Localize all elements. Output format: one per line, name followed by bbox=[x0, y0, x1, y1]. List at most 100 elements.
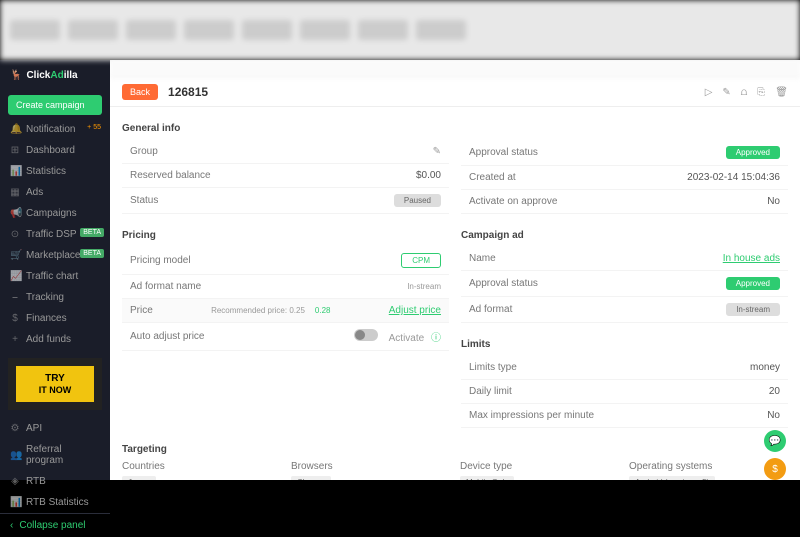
approval-label: Approval status bbox=[469, 147, 538, 158]
target-tag: Chrome bbox=[291, 476, 331, 480]
group-label: Group bbox=[130, 146, 158, 157]
status-label: Status bbox=[130, 195, 158, 206]
sidebar-item-add-funds[interactable]: + Add funds bbox=[0, 329, 110, 350]
sidebar-item-ads[interactable]: ▦ Ads bbox=[0, 182, 110, 203]
sidebar-item-traffic-dsp[interactable]: ⊙ Traffic DSPBETA bbox=[0, 224, 110, 245]
nav-icon: + bbox=[10, 334, 20, 345]
edit-icon[interactable]: ✎ bbox=[722, 87, 730, 98]
max-impr-label: Max impressions per minute bbox=[469, 410, 594, 421]
approval-badge: Approved bbox=[726, 146, 780, 159]
sidebar-item-traffic-chart[interactable]: 📈 Traffic chart bbox=[0, 266, 110, 287]
targeting-title: Targeting bbox=[122, 438, 788, 461]
copy-icon[interactable]: ⎘ bbox=[757, 87, 765, 98]
ca-format-label: Ad format bbox=[469, 304, 512, 315]
nav-label: Campaigns bbox=[26, 208, 77, 219]
chart-icon[interactable]: ⩍ bbox=[741, 87, 748, 98]
page-header: Back 126815 ▷ ✎ ⩍ ⎘ 🗑 bbox=[110, 78, 800, 107]
nav-label: Marketplace bbox=[26, 250, 80, 261]
sidebar: 🦌 ClickAdilla Create campaign 🔔Notificat… bbox=[0, 60, 110, 480]
nav-label: RTB bbox=[26, 476, 46, 487]
nav-icon: $ bbox=[10, 313, 20, 324]
target-card: Browsers Chrome bbox=[291, 461, 450, 480]
sidebar-item-notification[interactable]: 🔔 Notification + 55 bbox=[0, 119, 110, 140]
nav-label: Traffic chart bbox=[26, 271, 78, 282]
sidebar-item-rtb[interactable]: ◈ RTB bbox=[0, 471, 110, 492]
nav-label: Ads bbox=[26, 187, 43, 198]
info-icon[interactable]: ⓘ bbox=[431, 333, 441, 344]
ca-format-value: In-stream bbox=[726, 303, 780, 316]
target-tag: Japan bbox=[122, 476, 156, 480]
status-badge: Paused bbox=[394, 194, 441, 207]
sidebar-item-referral-program[interactable]: 👥Referral program bbox=[0, 439, 110, 471]
sidebar-item-marketplace[interactable]: 🛒 MarketplaceBETA bbox=[0, 245, 110, 266]
nav-label: Statistics bbox=[26, 166, 66, 177]
try-now-promo[interactable]: TRYIT NOW bbox=[8, 358, 102, 410]
nav-label: Add funds bbox=[26, 334, 71, 345]
adjust-price-link[interactable]: Adjust price bbox=[389, 305, 441, 316]
nav-icon: 📈 bbox=[10, 271, 20, 282]
edit-group-icon[interactable]: ✎ bbox=[433, 146, 441, 157]
back-button[interactable]: Back bbox=[122, 84, 158, 100]
sidebar-item-rtb-statistics[interactable]: 📊RTB Statistics bbox=[0, 492, 110, 513]
nav-label: Tracking bbox=[26, 292, 64, 303]
limits-title: Limits bbox=[461, 333, 788, 356]
max-impr-value: No bbox=[767, 410, 780, 421]
target-card-title: Device type bbox=[460, 461, 619, 472]
nav-icon: ▦ bbox=[10, 187, 20, 198]
nav-icon: 👥 bbox=[10, 450, 20, 461]
sidebar-item-tracking[interactable]: ⎯ Tracking bbox=[0, 287, 110, 308]
daily-limit-value: 20 bbox=[769, 386, 780, 397]
chevron-left-icon: ‹ bbox=[10, 520, 13, 531]
nav-label: Traffic DSP bbox=[26, 229, 77, 240]
campaign-id: 126815 bbox=[168, 85, 208, 99]
reserved-value: $0.00 bbox=[416, 170, 441, 181]
limits-type-label: Limits type bbox=[469, 362, 517, 373]
ad-format-label: Ad format name bbox=[130, 281, 201, 292]
target-card-title: Countries bbox=[122, 461, 281, 472]
help-fab[interactable]: $ bbox=[764, 458, 786, 480]
auto-adjust-toggle[interactable] bbox=[354, 329, 378, 341]
reserved-label: Reserved balance bbox=[130, 170, 211, 181]
nav-label: Dashboard bbox=[26, 145, 75, 156]
ca-name-link[interactable]: In house ads bbox=[723, 253, 780, 264]
price-value: 0.28 bbox=[315, 306, 331, 315]
delete-icon[interactable]: 🗑 bbox=[775, 87, 788, 98]
nav-icon: 🔔 bbox=[10, 124, 20, 135]
sidebar-item-statistics[interactable]: 📊Statistics bbox=[0, 161, 110, 182]
play-icon[interactable]: ▷ bbox=[705, 87, 713, 98]
chat-fab[interactable]: 💬 bbox=[764, 430, 786, 452]
price-recommended: Recommended price: 0.25 bbox=[211, 306, 305, 315]
sidebar-item-api[interactable]: ⚙ API bbox=[0, 418, 110, 439]
collapse-panel-button[interactable]: ‹ Collapse panel bbox=[0, 513, 110, 537]
nav-badge: BETA bbox=[80, 249, 104, 258]
nav-icon: ⚙ bbox=[10, 423, 20, 434]
limits-type-value: money bbox=[750, 362, 780, 373]
nav-icon: ◈ bbox=[10, 476, 20, 487]
nav-icon: ⊞ bbox=[10, 145, 20, 156]
nav-icon: ⊙ bbox=[10, 229, 20, 240]
main-content: Back 126815 ▷ ✎ ⩍ ⎘ 🗑 General info Group… bbox=[110, 60, 800, 480]
sidebar-item-finances[interactable]: $Finances bbox=[0, 308, 110, 329]
create-campaign-button[interactable]: Create campaign bbox=[8, 95, 102, 115]
activate-text: Activate bbox=[389, 333, 425, 344]
nav-label: Notification bbox=[26, 124, 75, 135]
target-tag: Android (version ≥ 5) bbox=[629, 476, 715, 480]
sidebar-item-campaigns[interactable]: 📢Campaigns bbox=[0, 203, 110, 224]
logo-icon: 🦌 bbox=[10, 70, 22, 81]
sidebar-item-dashboard[interactable]: ⊞ Dashboard bbox=[0, 140, 110, 161]
browser-chrome bbox=[0, 0, 800, 60]
nav-badge: BETA bbox=[80, 228, 104, 237]
pricing-title: Pricing bbox=[122, 224, 449, 247]
price-label: Price bbox=[130, 305, 153, 316]
nav-icon: ⎯ bbox=[10, 292, 20, 303]
nav-label: API bbox=[26, 423, 42, 434]
daily-limit-label: Daily limit bbox=[469, 386, 512, 397]
nav-icon: 🛒 bbox=[10, 250, 20, 261]
pricing-model-label: Pricing model bbox=[130, 255, 191, 266]
target-card-title: Browsers bbox=[291, 461, 450, 472]
nav-badge: + 55 bbox=[84, 123, 104, 132]
target-tag: Mobile Only bbox=[460, 476, 514, 480]
nav-icon: 📊 bbox=[10, 497, 20, 508]
target-card: Device type Mobile Only bbox=[460, 461, 619, 480]
pricing-model-value: CPM bbox=[401, 253, 441, 268]
